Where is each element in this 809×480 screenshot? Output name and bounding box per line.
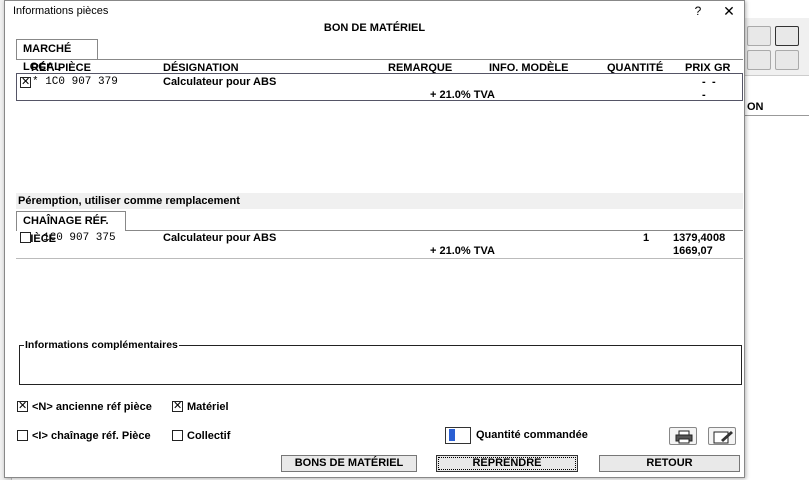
chainage-checkbox[interactable] <box>17 430 28 441</box>
replacement-gr: 08 <box>713 232 726 244</box>
replacement-designation: Calculateur pour ABS <box>163 232 277 244</box>
background-toolbar-icon <box>775 50 799 70</box>
row-prix: - <box>702 76 706 88</box>
background-toolbar <box>745 18 809 76</box>
collectif-label: Collectif <box>187 430 231 442</box>
replacement-prix-tva: 1669,07 <box>673 245 713 257</box>
row-designation: Calculateur pour ABS <box>163 76 277 88</box>
info-complementaires-box[interactable]: Informations complémentaires <box>19 339 742 385</box>
table-row-selected[interactable] <box>16 73 743 101</box>
tab-marche-local[interactable]: MARCHÉ LOCAL <box>16 39 98 73</box>
edit-icon <box>713 431 733 444</box>
bons-de-materiel-button[interactable]: BONS DE MATÉRIEL <box>281 455 417 472</box>
ancienne-ref-label: <N> ancienne réf pièce <box>32 401 152 413</box>
materiel-checkbox[interactable]: ✕ <box>172 401 183 412</box>
row-checkbox[interactable]: ✕ <box>20 77 31 88</box>
replacement-section-title: Péremption, utiliser comme remplacement <box>16 193 743 209</box>
close-button[interactable]: ✕ <box>721 3 737 19</box>
row-prix-tva: - <box>702 89 706 101</box>
row-gr: - <box>712 76 716 88</box>
dialog-heading: BON DE MATÉRIEL <box>323 22 426 34</box>
row-separator <box>16 258 743 259</box>
print-button[interactable] <box>669 427 697 445</box>
background-toolbar-icon <box>747 50 771 70</box>
reprendre-button[interactable]: REPRENDRE <box>436 455 578 472</box>
chainage-label: <I> chaînage réf. Pièce <box>32 430 151 442</box>
edit-button[interactable] <box>708 427 736 445</box>
replacement-ref: 1C0 907 375 <box>43 232 116 244</box>
collectif-checkbox[interactable] <box>172 430 183 441</box>
title-bar: Informations pièces ? ✕ <box>5 1 744 21</box>
background-toolbar-icon <box>747 26 771 46</box>
quantity-input[interactable]: 1 <box>445 427 471 444</box>
info-complementaires-label: Informations complémentaires <box>24 339 179 351</box>
tab-chainage-ref[interactable]: CHAÎNAGE RÉF. PIÈCE <box>16 211 126 245</box>
car-icon <box>775 26 799 46</box>
retour-button[interactable]: RETOUR <box>599 455 740 472</box>
parts-info-dialog: Informations pièces ? ✕ BON DE MATÉRIEL … <box>4 0 745 478</box>
window-title: Informations pièces <box>13 5 109 17</box>
tab-baseline <box>16 59 743 60</box>
replacement-row-checkbox[interactable] <box>20 232 31 243</box>
printer-icon <box>675 430 693 444</box>
help-button[interactable]: ? <box>691 4 705 18</box>
ancienne-ref-checkbox[interactable]: ✕ <box>17 401 28 412</box>
materiel-label: Matériel <box>187 401 229 413</box>
row-tva: + 21.0% TVA <box>430 89 495 101</box>
replacement-prix: 1379,40 <box>673 232 713 244</box>
quantity-cursor <box>449 429 455 442</box>
row-ref: * 1C0 907 379 <box>32 76 118 88</box>
quantity-label: Quantité commandée <box>476 429 588 441</box>
replacement-quantite: 1 <box>643 232 650 244</box>
background-column-header: ON <box>745 98 809 116</box>
replacement-tva: + 21.0% TVA <box>430 245 495 257</box>
